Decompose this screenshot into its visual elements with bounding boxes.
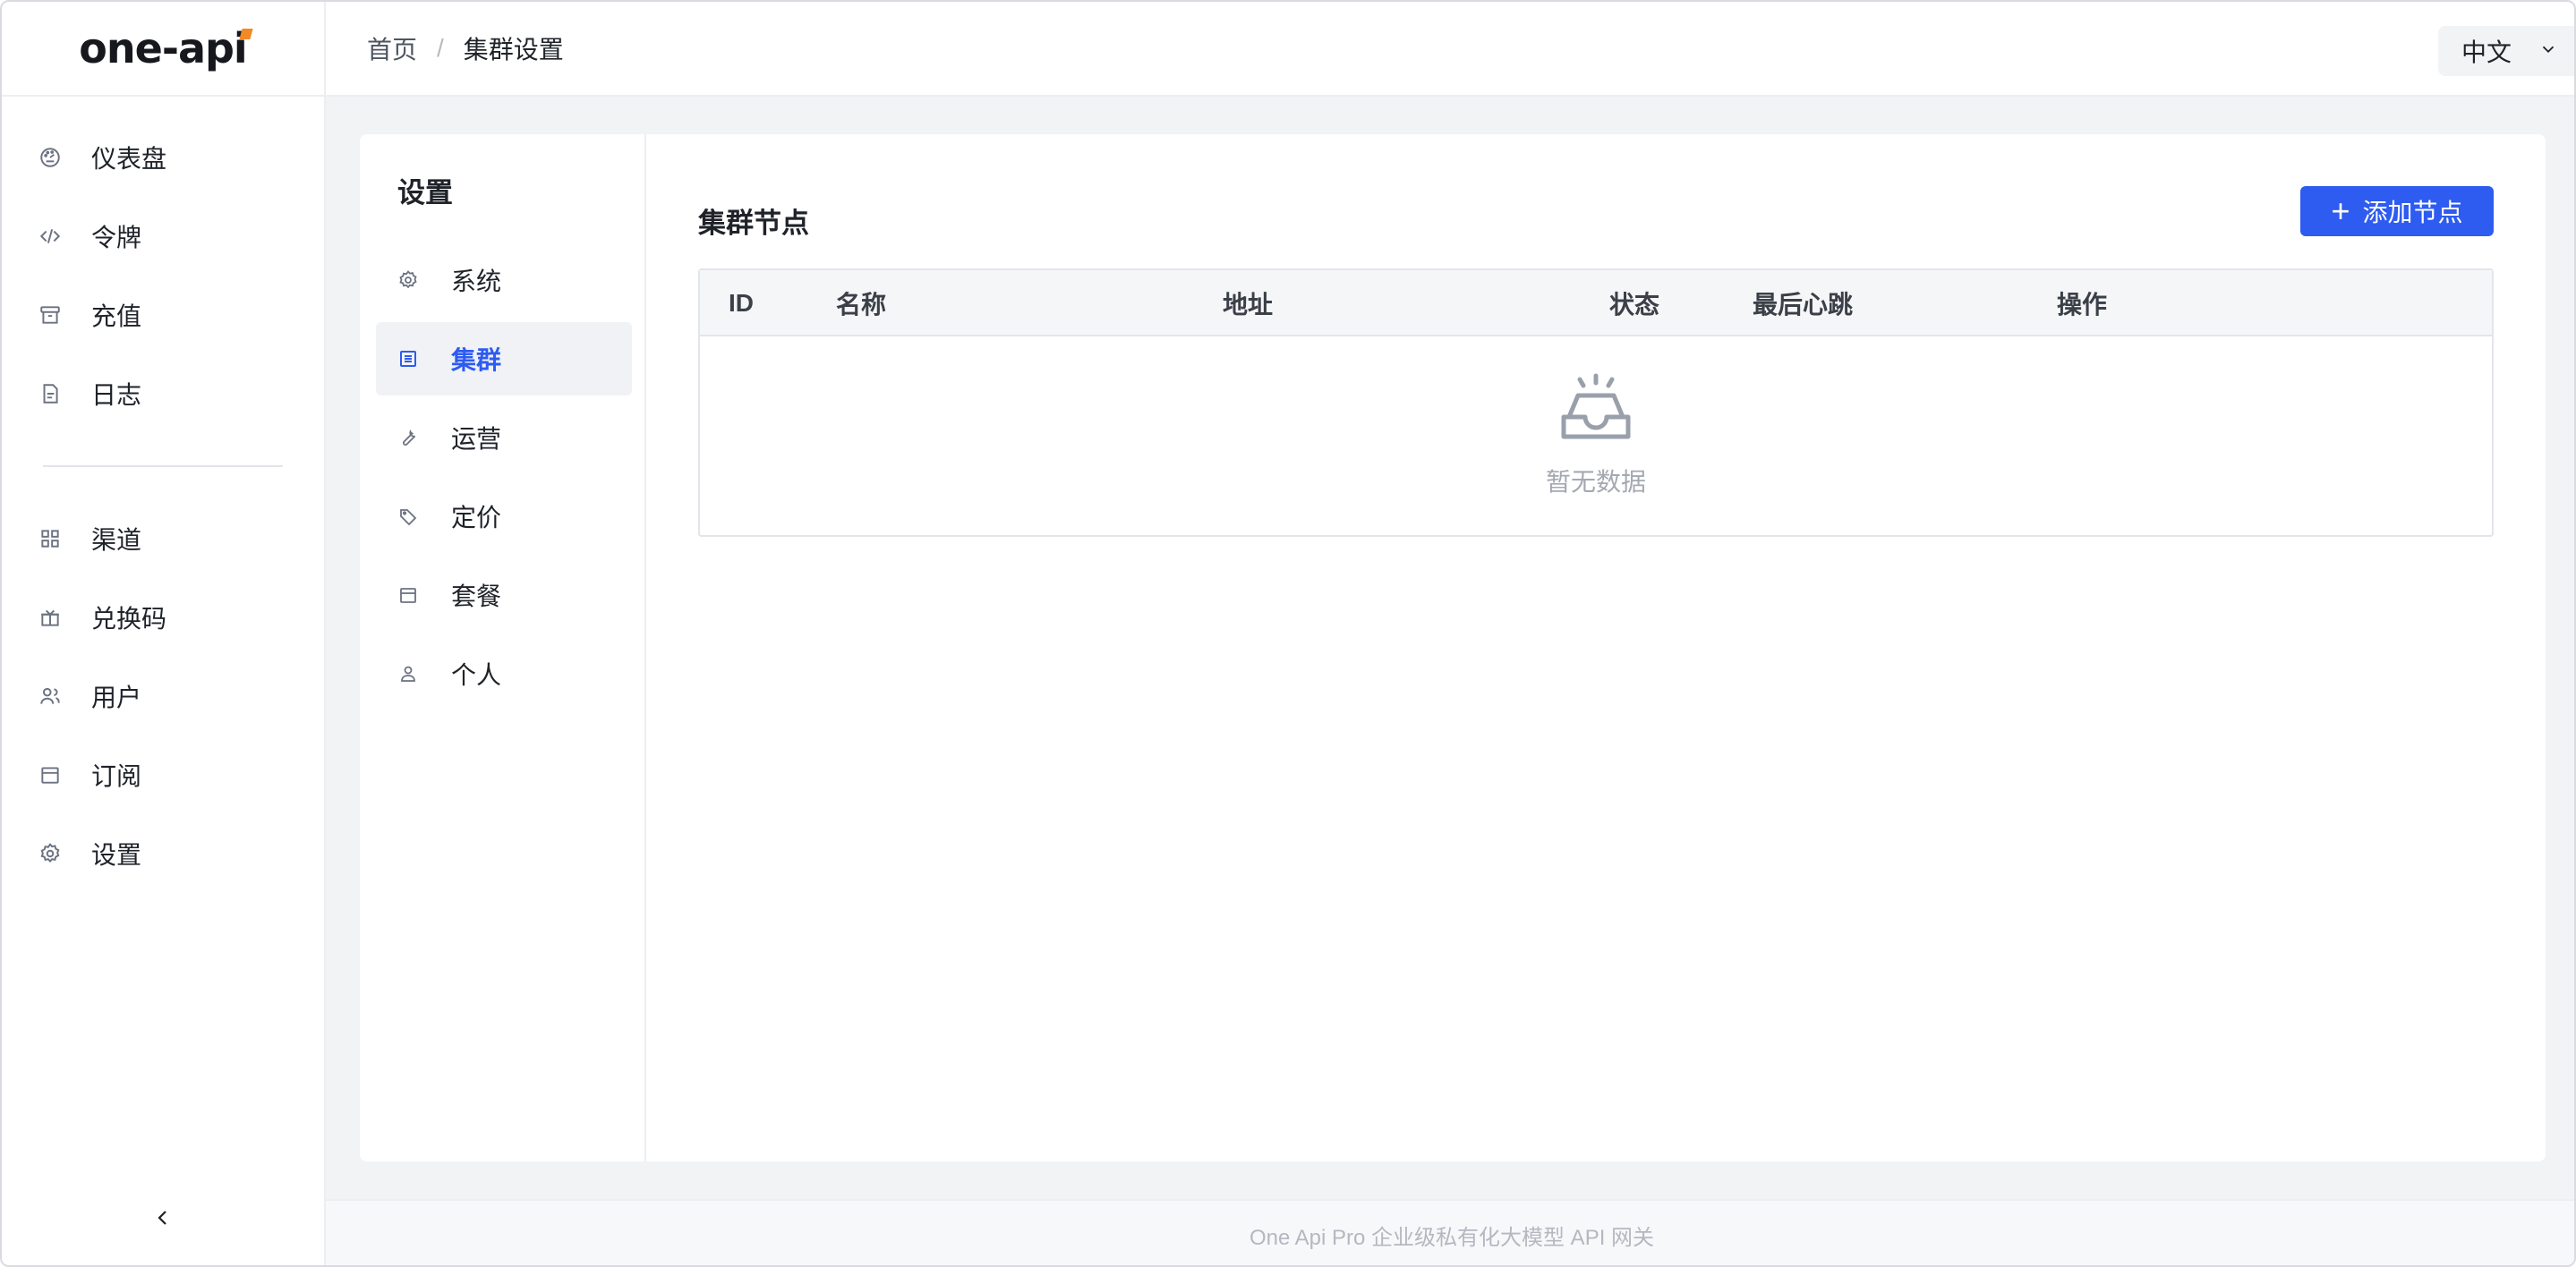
empty-text: 暂无数据: [1545, 468, 1646, 496]
settings-item-label: 运营: [451, 425, 502, 453]
sidebar-item-label: 用户: [91, 684, 142, 711]
sidebar-item-topup[interactable]: 充值: [2, 276, 324, 354]
add-node-button[interactable]: + 添加节点: [2300, 186, 2494, 236]
sidebar: one-api 仪表盘 令牌 充值 日志 渠道 兑换码 用户 订阅 设置: [2, 2, 326, 1265]
gift-icon: [38, 605, 63, 630]
sidebar-item-label: 订阅: [91, 762, 142, 790]
main-area: 设置 系统 集群 运营 定价 套餐 个人 集群节点 + 添加节点 ID 名称 地…: [326, 97, 2574, 1199]
chevron-left-icon: [152, 1207, 174, 1233]
tag-icon: [396, 504, 421, 529]
footer-text: One Api Pro 企业级私有化大模型 API 网关: [1249, 1225, 1655, 1250]
grid-icon: [38, 526, 63, 551]
sidebar-item-redeem[interactable]: 兑换码: [2, 578, 324, 657]
sidebar-item-label: 兑换码: [91, 605, 167, 633]
section-title: 集群节点: [698, 208, 809, 239]
document-icon: [38, 381, 63, 406]
column-header-last-heartbeat[interactable]: 最后心跳: [1753, 270, 1853, 336]
sidebar-item-tokens[interactable]: 令牌: [2, 197, 324, 276]
user-icon: [396, 661, 421, 686]
column-header-id[interactable]: ID: [729, 270, 754, 336]
settings-item-plans[interactable]: 套餐: [376, 558, 632, 632]
sidebar-item-logs[interactable]: 日志: [2, 354, 324, 433]
breadcrumb-current: 集群设置: [463, 36, 564, 64]
column-header-address[interactable]: 地址: [1223, 270, 1273, 336]
sidebar-collapse-button[interactable]: [2, 1197, 324, 1242]
column-header-name[interactable]: 名称: [836, 270, 886, 336]
sidebar-item-subscriptions[interactable]: 订阅: [2, 736, 324, 814]
wrench-icon: [396, 425, 421, 450]
settings-item-label: 集群: [451, 346, 502, 374]
calendar-icon: [396, 582, 421, 608]
sidebar-item-users[interactable]: 用户: [2, 657, 324, 736]
sidebar-nav: 仪表盘 令牌 充值 日志 渠道 兑换码 用户 订阅 设置: [2, 97, 324, 893]
language-label: 中文: [2461, 38, 2512, 66]
table-header: ID 名称 地址 状态 最后心跳 操作: [700, 270, 2492, 336]
sidebar-item-dashboard[interactable]: 仪表盘: [2, 118, 324, 197]
settings-item-system[interactable]: 系统: [376, 243, 632, 317]
sidebar-item-label: 仪表盘: [91, 145, 167, 173]
settings-nav: 设置 系统 集群 运营 定价 套餐 个人: [360, 134, 646, 1161]
sidebar-item-label: 充值: [91, 302, 142, 330]
users-icon: [38, 684, 63, 709]
footer: One Api Pro 企业级私有化大模型 API 网关: [326, 1199, 2574, 1265]
sidebar-item-label: 令牌: [91, 224, 142, 251]
logo-mark: [239, 29, 253, 39]
chevron-down-icon: [2538, 37, 2558, 65]
sidebar-item-label: 日志: [91, 381, 142, 409]
plus-icon: +: [2331, 192, 2350, 229]
settings-item-label: 套餐: [451, 582, 502, 610]
settings-nav-list: 系统 集群 运营 定价 套餐 个人: [376, 243, 632, 716]
settings-item-label: 系统: [451, 268, 502, 295]
column-header-status[interactable]: 状态: [1609, 270, 1659, 336]
app-window: one-api 仪表盘 令牌 充值 日志 渠道 兑换码 用户 订阅 设置 首页 …: [0, 0, 2576, 1267]
archive-icon: [38, 302, 63, 327]
logo-text: one-api: [79, 24, 247, 72]
gear-icon: [396, 268, 421, 293]
gear-icon: [38, 841, 63, 866]
language-select[interactable]: 中文: [2438, 26, 2574, 76]
empty-inbox-icon: [1558, 372, 1633, 448]
nodes-table: ID 名称 地址 状态 最后心跳 操作 暂无数据: [698, 268, 2494, 537]
settings-item-label: 定价: [451, 504, 502, 531]
settings-item-operations[interactable]: 运营: [376, 401, 632, 474]
breadcrumb-home[interactable]: 首页: [367, 30, 417, 66]
sidebar-item-channels[interactable]: 渠道: [2, 499, 324, 578]
column-header-actions[interactable]: 操作: [2057, 270, 2107, 336]
list-icon: [396, 346, 421, 371]
code-icon: [38, 224, 63, 249]
dashboard-icon: [38, 145, 63, 170]
settings-title: 设置: [397, 177, 453, 208]
table-body: 暂无数据: [700, 336, 2492, 535]
settings-item-personal[interactable]: 个人: [376, 637, 632, 710]
add-node-label: 添加节点: [2362, 199, 2463, 226]
empty-state: 暂无数据: [700, 372, 2492, 498]
top-header: 首页 / 集群设置 中文 root 超级管理员: [326, 2, 2574, 97]
settings-item-label: 个人: [451, 661, 502, 689]
logo[interactable]: one-api: [2, 2, 324, 97]
breadcrumb-separator: /: [437, 34, 444, 62]
settings-item-cluster[interactable]: 集群: [376, 322, 632, 395]
calendar-icon: [38, 762, 63, 787]
sidebar-item-settings[interactable]: 设置: [2, 814, 324, 893]
sidebar-item-label: 渠道: [91, 526, 142, 554]
settings-item-pricing[interactable]: 定价: [376, 480, 632, 553]
sidebar-item-label: 设置: [91, 841, 142, 869]
sidebar-divider: [43, 465, 283, 467]
settings-card: 设置 系统 集群 运营 定价 套餐 个人 集群节点 + 添加节点 ID 名称 地…: [360, 134, 2546, 1161]
